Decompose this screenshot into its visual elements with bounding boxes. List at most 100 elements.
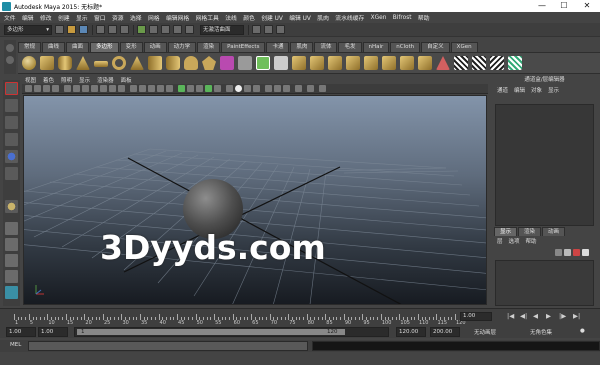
exposure-icon[interactable] bbox=[283, 85, 290, 92]
menu-edit-uv[interactable]: 编辑 UV bbox=[289, 13, 311, 22]
combine-icon[interactable] bbox=[238, 56, 252, 70]
tab-render-layers[interactable]: 渲染 bbox=[518, 227, 542, 236]
fill-hole-icon[interactable] bbox=[346, 56, 360, 70]
extrude-icon[interactable] bbox=[364, 56, 378, 70]
poly-plane-icon[interactable] bbox=[94, 61, 108, 67]
menu-display[interactable]: 显示 bbox=[76, 13, 88, 22]
smooth-icon[interactable] bbox=[274, 56, 288, 70]
step-forward-key-button[interactable]: |▶ bbox=[559, 312, 566, 320]
isolate-select-icon[interactable] bbox=[244, 85, 251, 92]
uv-automatic-icon[interactable] bbox=[508, 56, 522, 70]
go-to-start-button[interactable]: |◀ bbox=[507, 312, 514, 320]
grid-toggle-icon[interactable] bbox=[64, 85, 71, 92]
uv-cylindrical-icon[interactable] bbox=[490, 56, 504, 70]
lights-icon[interactable] bbox=[166, 85, 173, 92]
layers-menu[interactable]: 层 bbox=[497, 237, 503, 245]
options-menu[interactable]: 选项 bbox=[509, 237, 520, 245]
tab-fluids[interactable]: 流体 bbox=[314, 42, 338, 52]
tab-curves[interactable]: 曲线 bbox=[42, 42, 66, 52]
bookmark-icon[interactable] bbox=[43, 85, 50, 92]
shelf-settings[interactable] bbox=[4, 40, 16, 74]
tab-ncloth[interactable]: nCloth bbox=[390, 42, 421, 52]
make-live-icon[interactable] bbox=[185, 25, 194, 34]
tab-custom[interactable]: 自定义 bbox=[421, 42, 450, 52]
safe-title-icon[interactable] bbox=[118, 85, 125, 92]
bridge-icon[interactable] bbox=[310, 56, 324, 70]
shadows-icon[interactable] bbox=[178, 85, 185, 92]
menu-assets[interactable]: 资源 bbox=[112, 13, 124, 22]
layout-outliner-icon[interactable] bbox=[5, 270, 18, 283]
menu-muscle[interactable]: 肌肉 bbox=[317, 13, 329, 22]
auto-key-icon[interactable]: ● bbox=[580, 328, 585, 334]
field-chart-icon[interactable] bbox=[100, 85, 107, 92]
layout-two-icon[interactable] bbox=[5, 254, 18, 267]
tab-paint-effects[interactable]: PaintEffects bbox=[221, 42, 266, 52]
high-quality-icon[interactable] bbox=[265, 85, 272, 92]
ipr-render-icon[interactable] bbox=[264, 25, 273, 34]
view-transform-icon[interactable] bbox=[307, 85, 314, 92]
rotate-tool-icon[interactable] bbox=[5, 150, 18, 163]
layer-list[interactable] bbox=[495, 260, 594, 306]
poly-soccer-ball-icon[interactable] bbox=[202, 56, 216, 70]
anim-layer-select[interactable]: 无动画层 bbox=[474, 328, 496, 336]
poly-pipe-icon[interactable] bbox=[166, 56, 180, 70]
menu-normals[interactable]: 法线 bbox=[225, 13, 237, 22]
merge-icon[interactable] bbox=[400, 56, 414, 70]
range-slider[interactable]: 1 120 bbox=[74, 327, 389, 337]
anti-alias-icon[interactable] bbox=[226, 85, 233, 92]
color-management-icon[interactable] bbox=[295, 85, 302, 92]
tab-surfaces[interactable]: 曲面 bbox=[66, 42, 90, 52]
wireframe-icon[interactable] bbox=[130, 85, 137, 92]
paint-select-tool-icon[interactable] bbox=[5, 116, 18, 129]
snap-grid-icon[interactable] bbox=[137, 25, 146, 34]
tab-display-layers[interactable]: 显示 bbox=[494, 227, 518, 236]
tab-general[interactable]: 常规 bbox=[18, 42, 42, 52]
menu-color[interactable]: 颜色 bbox=[243, 13, 255, 22]
playback-end-field[interactable]: 120.00 bbox=[396, 327, 426, 337]
panel-menu-lighting[interactable]: 照明 bbox=[61, 76, 72, 84]
uv-planar-icon[interactable] bbox=[472, 56, 486, 70]
layout-single-icon[interactable] bbox=[5, 222, 18, 235]
edit-menu[interactable]: 编辑 bbox=[514, 86, 525, 94]
object-menu[interactable]: 对象 bbox=[531, 86, 542, 94]
render-settings-icon[interactable] bbox=[276, 25, 285, 34]
last-tool-icon[interactable] bbox=[5, 200, 18, 213]
camera-icon[interactable] bbox=[25, 85, 32, 92]
mel-label[interactable]: MEL bbox=[10, 342, 21, 348]
range-slider-handle[interactable] bbox=[77, 329, 345, 335]
uv-layout-icon[interactable] bbox=[454, 56, 468, 70]
tab-dynamics[interactable]: 动力学 bbox=[167, 42, 197, 52]
menu-set-select[interactable]: 多边形 ▾ bbox=[4, 24, 52, 35]
poly-cylinder-icon[interactable] bbox=[58, 56, 72, 70]
step-back-key-button[interactable]: ◀| bbox=[520, 312, 527, 320]
hud-icon[interactable] bbox=[253, 85, 260, 92]
tab-muscle[interactable]: 肌肉 bbox=[290, 42, 314, 52]
menu-bifrost[interactable]: Bifrost bbox=[393, 15, 412, 21]
animation-start-field[interactable]: 1.00 bbox=[6, 327, 36, 337]
play-backward-button[interactable]: ◀ bbox=[533, 312, 538, 320]
play-forward-button[interactable]: ▶ bbox=[546, 312, 551, 320]
poly-platonic-icon[interactable] bbox=[220, 56, 234, 70]
maximize-button[interactable]: ☐ bbox=[553, 0, 575, 12]
panel-menu-renderer[interactable]: 渲染器 bbox=[97, 76, 114, 84]
poly-pyramid-icon[interactable] bbox=[130, 56, 144, 70]
menu-modify[interactable]: 修改 bbox=[40, 13, 52, 22]
new-layer-selected-icon[interactable] bbox=[582, 249, 589, 256]
layout-render-icon[interactable] bbox=[5, 286, 18, 299]
go-to-end-button[interactable]: ▶| bbox=[573, 312, 580, 320]
mel-command-input[interactable] bbox=[28, 341, 308, 351]
select-hierarchy-icon[interactable] bbox=[96, 25, 105, 34]
extract-icon[interactable] bbox=[292, 56, 306, 70]
snap-curve-icon[interactable] bbox=[149, 25, 158, 34]
menu-xgen[interactable]: XGen bbox=[371, 15, 387, 21]
xray-icon[interactable] bbox=[187, 85, 194, 92]
image-plane-icon[interactable] bbox=[52, 85, 59, 92]
smooth-shade-icon[interactable] bbox=[139, 85, 146, 92]
wireframe-on-shaded-icon[interactable] bbox=[148, 85, 155, 92]
tab-rendering[interactable]: 渲染 bbox=[197, 42, 221, 52]
tab-animation[interactable]: 动画 bbox=[143, 42, 167, 52]
film-gate-icon[interactable] bbox=[73, 85, 80, 92]
minimize-button[interactable]: — bbox=[531, 0, 553, 12]
menu-window[interactable]: 窗口 bbox=[94, 13, 106, 22]
poly-helix-icon[interactable] bbox=[184, 56, 198, 70]
